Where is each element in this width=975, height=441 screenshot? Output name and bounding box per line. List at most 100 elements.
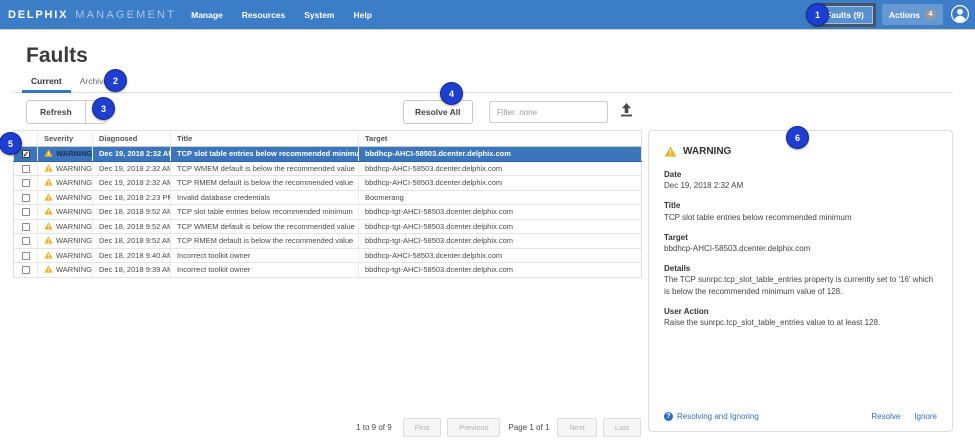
diagnosed-cell: Dec 19, 2018 2:32 AM xyxy=(93,176,171,191)
fault-severity-text: WARNING xyxy=(683,146,731,157)
menu-item-help[interactable]: Help xyxy=(354,10,372,20)
annotation-badge-2: 2 xyxy=(104,69,127,92)
diagnosed-cell: Dec 18, 2018 9:52 AM xyxy=(93,234,171,249)
brand-primary: DELPHIX xyxy=(8,9,68,21)
menu-item-system[interactable]: System xyxy=(304,10,334,20)
annotation-badge-6: 6 xyxy=(786,126,809,149)
title-label: Title xyxy=(664,200,937,211)
table-row[interactable]: WARNINGDec 18, 2018 2:23 PMInvalid datab… xyxy=(14,190,642,205)
table-row[interactable]: ✓WARNINGDec 19, 2018 2:32 AMTCP slot tab… xyxy=(14,147,642,162)
target-cell: bbdhcp-AHCI-58503.dcenter.delphix.com xyxy=(359,248,642,263)
row-checkbox[interactable] xyxy=(22,179,30,187)
warning-icon xyxy=(44,207,53,215)
user-profile-button[interactable] xyxy=(949,4,971,26)
column-header-title[interactable]: Title xyxy=(171,131,359,147)
title-cell: TCP WMEM default is below the recommende… xyxy=(171,219,359,234)
pagination-range: 1 to 9 of 9 xyxy=(356,423,392,432)
checkbox-cell xyxy=(14,263,38,278)
checkbox-cell xyxy=(14,219,38,234)
last-page-button[interactable]: Last xyxy=(603,418,641,437)
annotation-badge-1: 1 xyxy=(806,3,829,26)
filter-input[interactable] xyxy=(489,101,608,123)
row-checkbox[interactable] xyxy=(22,223,30,231)
actions-count-badge: 4 xyxy=(925,9,936,20)
help-icon: ? xyxy=(664,412,673,421)
pagination-bar: 1 to 9 of 9 First Previous Page 1 of 1 N… xyxy=(13,418,641,437)
severity-cell: WARNING xyxy=(38,263,93,278)
menu-item-resources[interactable]: Resources xyxy=(242,10,285,20)
upload-icon xyxy=(619,102,634,118)
severity-cell: WARNING xyxy=(38,205,93,220)
warning-icon xyxy=(44,265,53,273)
title-cell: TCP slot table entries below recommended… xyxy=(171,147,359,162)
table-row[interactable]: WARNINGDec 19, 2018 2:32 AMTCP WMEM defa… xyxy=(14,161,642,176)
row-checkbox[interactable] xyxy=(22,252,30,260)
row-checkbox[interactable] xyxy=(22,237,30,245)
fault-date-section: Date Dec 19, 2018 2:32 AM xyxy=(664,169,937,191)
checkbox-cell xyxy=(14,176,38,191)
column-header-diagnosed[interactable]: Diagnosed xyxy=(93,131,171,147)
severity-cell: WARNING xyxy=(38,234,93,249)
resolving-and-ignoring-link[interactable]: ? Resolving and Ignoring xyxy=(664,412,759,421)
annotation-badge-4: 4 xyxy=(440,82,463,105)
target-cell: bbdhcp-tgt-AHCI-58503.dcenter.delphix.co… xyxy=(359,234,642,249)
resolve-link[interactable]: Resolve xyxy=(871,412,900,421)
page-title: Faults xyxy=(26,44,88,68)
row-checkbox[interactable] xyxy=(22,194,30,202)
diagnosed-cell: Dec 18, 2018 9:52 AM xyxy=(93,219,171,234)
target-cell: bbdhcp-tgt-AHCI-58503.dcenter.delphix.co… xyxy=(359,263,642,278)
panel-footer: ? Resolving and Ignoring Resolve Ignore xyxy=(664,412,937,421)
checkbox-cell xyxy=(14,161,38,176)
user-action-label: User Action xyxy=(664,306,937,317)
date-label: Date xyxy=(664,169,937,180)
first-page-button[interactable]: First xyxy=(403,418,442,437)
table-row[interactable]: WARNINGDec 18, 2018 9:52 AMTCP slot tabl… xyxy=(14,205,642,220)
title-cell: Invalid database credentials xyxy=(171,190,359,205)
title-cell: Incorrect toolkit owner xyxy=(171,248,359,263)
main-menu: Manage Resources System Help xyxy=(191,10,372,20)
table-row[interactable]: WARNINGDec 18, 2018 9:52 AMTCP WMEM defa… xyxy=(14,219,642,234)
column-header-severity[interactable]: Severity xyxy=(38,131,93,147)
row-checkbox[interactable]: ✓ xyxy=(22,150,30,158)
table-header-row: Severity Diagnosed Title Target xyxy=(14,131,642,147)
annotation-badge-5: 5 xyxy=(0,132,22,155)
warning-icon xyxy=(44,251,53,259)
menu-item-manage[interactable]: Manage xyxy=(191,10,223,20)
severity-cell: WARNING xyxy=(38,161,93,176)
help-link-label: Resolving and Ignoring xyxy=(677,412,759,421)
diagnosed-cell: Dec 18, 2018 9:40 AM xyxy=(93,248,171,263)
warning-icon xyxy=(44,164,53,172)
date-value: Dec 19, 2018 2:32 AM xyxy=(664,180,937,191)
pagination-page-indicator: Page 1 of 1 xyxy=(508,423,549,432)
table-row[interactable]: WARNINGDec 18, 2018 9:39 AMIncorrect too… xyxy=(14,263,642,278)
user-action-value: Raise the sunrpc.tcp_slot_table_entries … xyxy=(664,317,937,328)
table-row[interactable]: WARNINGDec 18, 2018 9:52 AMTCP RMEM defa… xyxy=(14,234,642,249)
diagnosed-cell: Dec 19, 2018 2:32 AM xyxy=(93,161,171,176)
row-checkbox[interactable] xyxy=(22,165,30,173)
column-header-target[interactable]: Target xyxy=(359,131,642,147)
next-page-button[interactable]: Next xyxy=(557,418,596,437)
fault-target-section: Target bbdhcp-AHCI-58503.dcenter.delphix… xyxy=(664,232,937,254)
row-checkbox[interactable] xyxy=(22,266,30,274)
previous-page-button[interactable]: Previous xyxy=(447,418,500,437)
refresh-button[interactable]: Refresh xyxy=(26,100,86,124)
fault-details-section: Details The TCP sunrpc.tcp_slot_table_en… xyxy=(664,263,937,297)
title-value: TCP slot table entries below recommended… xyxy=(664,212,937,223)
target-cell: bbdhcp-AHCI-58503.dcenter.delphix.com xyxy=(359,161,642,176)
row-checkbox[interactable] xyxy=(22,208,30,216)
ignore-link[interactable]: Ignore xyxy=(914,412,937,421)
warning-icon xyxy=(664,146,677,157)
export-button[interactable] xyxy=(617,102,635,120)
title-cell: TCP WMEM default is below the recommende… xyxy=(171,161,359,176)
target-cell: bbdhcp-AHCI-58503.dcenter.delphix.com xyxy=(359,147,642,162)
details-value: The TCP sunrpc.tcp_slot_table_entries pr… xyxy=(664,274,937,296)
target-label: Target xyxy=(664,232,937,243)
resolve-all-button[interactable]: Resolve All xyxy=(403,100,473,124)
table-row[interactable]: WARNINGDec 19, 2018 2:32 AMTCP RMEM defa… xyxy=(14,176,642,191)
diagnosed-cell: Dec 18, 2018 2:23 PM xyxy=(93,190,171,205)
actions-button[interactable]: Actions 4 xyxy=(882,4,943,25)
table-row[interactable]: WARNINGDec 18, 2018 9:40 AMIncorrect too… xyxy=(14,248,642,263)
diagnosed-cell: Dec 18, 2018 9:52 AM xyxy=(93,205,171,220)
tab-bar: Current Archived xyxy=(13,71,953,93)
tab-current[interactable]: Current xyxy=(22,71,71,93)
